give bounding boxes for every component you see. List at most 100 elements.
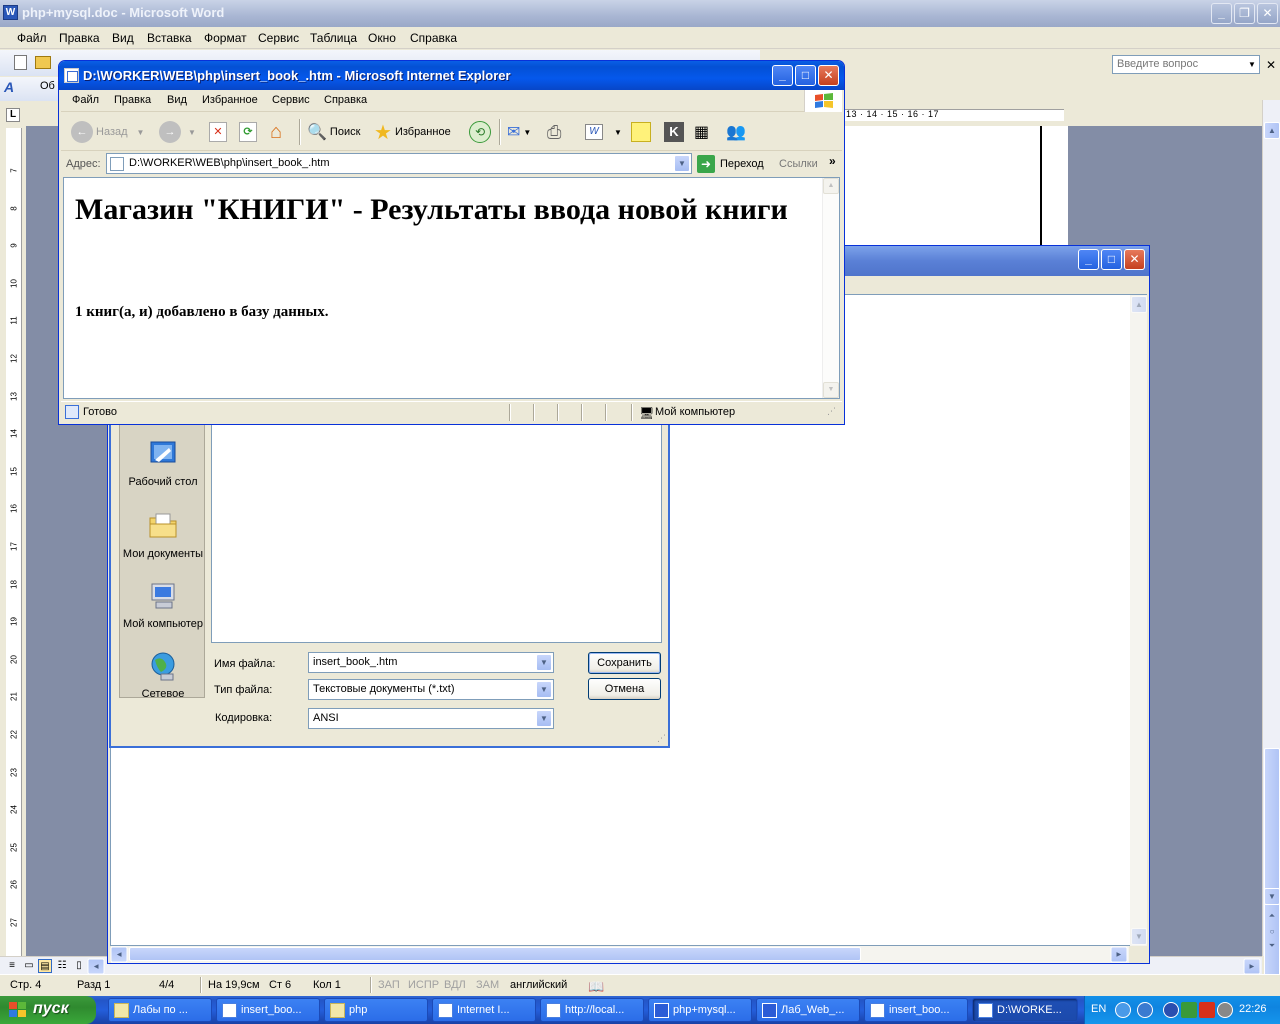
place-desktop[interactable]: Рабочий стол bbox=[120, 438, 206, 488]
ie-menu-edit[interactable]: Правка bbox=[114, 94, 151, 106]
media-button[interactable]: ▦ bbox=[694, 119, 709, 145]
resize-grip-icon[interactable]: ⋰ bbox=[827, 406, 836, 417]
ie-tray-icon[interactable] bbox=[1115, 1002, 1131, 1018]
word-menu-table[interactable]: Таблица bbox=[310, 31, 357, 45]
vertical-ruler[interactable]: 7 8 9 10 11 12 13 14 15 16 17 18 19 20 21 22 23 24 25 26 27 bbox=[6, 128, 22, 956]
prev-page-icon[interactable]: ⏶ bbox=[1264, 908, 1280, 925]
styles-icon[interactable]: A bbox=[4, 79, 14, 95]
ie-vertical-scrollbar[interactable]: ▲ ▼ bbox=[822, 178, 839, 398]
arrow-tray-icon[interactable] bbox=[1163, 1002, 1179, 1018]
status-ovr[interactable]: ЗАМ bbox=[476, 979, 499, 991]
filetype-select[interactable]: Текстовые документы (*.txt) ▼ bbox=[308, 679, 554, 700]
scroll-thumb[interactable] bbox=[129, 947, 861, 961]
notepad-vertical-scrollbar[interactable]: ▲ ▼ bbox=[1130, 295, 1147, 946]
notepad-close-button[interactable]: ✕ bbox=[1124, 249, 1145, 270]
notepad-maximize-button[interactable]: □ bbox=[1101, 249, 1122, 270]
ie-menu-tools[interactable]: Сервис bbox=[272, 94, 310, 106]
tab-selector-icon[interactable]: L bbox=[6, 108, 20, 122]
scroll-down-icon[interactable]: ▼ bbox=[823, 382, 839, 398]
back-button[interactable]: ← Назад ▼ bbox=[71, 119, 144, 145]
ie-minimize-button[interactable]: _ bbox=[772, 65, 793, 86]
word-menu-view[interactable]: Вид bbox=[112, 31, 134, 45]
chevron-down-icon[interactable]: ▼ bbox=[614, 128, 622, 137]
web-view-icon[interactable]: ▭ bbox=[22, 959, 36, 973]
notepad-horizontal-scrollbar[interactable]: ▲ ▲ bbox=[110, 946, 1129, 963]
file-list[interactable] bbox=[211, 418, 662, 643]
cancel-button[interactable]: Отмена bbox=[588, 678, 661, 700]
word-menu-file[interactable]: Файл bbox=[17, 31, 47, 45]
ie-menu-favorites[interactable]: Избранное bbox=[202, 94, 258, 106]
scroll-up-icon[interactable]: ▲ bbox=[1264, 122, 1280, 139]
scroll-left-icon[interactable]: ▲ bbox=[110, 946, 128, 963]
ask-question-input[interactable]: Введите вопрос ▼ bbox=[1112, 55, 1260, 74]
discuss-button[interactable] bbox=[631, 119, 651, 145]
stop-button[interactable]: ✕ bbox=[209, 119, 227, 145]
task-button[interactable]: php bbox=[324, 998, 428, 1022]
home-button[interactable]: ⌂ bbox=[270, 119, 282, 145]
scroll-up-icon[interactable]: ▲ bbox=[1131, 296, 1147, 313]
outline-view-icon[interactable]: ☷ bbox=[55, 959, 69, 973]
scroll-up-icon[interactable]: ▲ bbox=[823, 178, 839, 194]
status-rec[interactable]: ЗАП bbox=[378, 979, 400, 991]
word-app-icon[interactable]: W bbox=[3, 5, 18, 20]
chevron-down-icon[interactable]: ▼ bbox=[1245, 56, 1259, 73]
word-menu-format[interactable]: Формат bbox=[204, 31, 247, 45]
chevron-right-icon[interactable]: » bbox=[829, 154, 836, 168]
language-indicator[interactable]: EN bbox=[1091, 1003, 1106, 1015]
notepad-minimize-button[interactable]: _ bbox=[1078, 249, 1099, 270]
search-button[interactable]: 🔍 Поиск bbox=[307, 119, 360, 145]
word-maximize-button[interactable]: ❐ bbox=[1234, 3, 1255, 24]
messenger-button[interactable]: 👥 bbox=[726, 119, 746, 145]
ie-page-icon[interactable] bbox=[64, 68, 79, 83]
history-button[interactable]: ⟲ bbox=[469, 119, 491, 145]
clock[interactable]: 22:26 bbox=[1239, 1003, 1267, 1015]
favorites-button[interactable]: ★ Избранное bbox=[374, 119, 451, 145]
links-button[interactable]: Ссылки bbox=[779, 158, 818, 170]
word-title-bar[interactable]: W php+mysql.doc - Microsoft Word _ ❐ ✕ bbox=[0, 0, 1280, 27]
resize-grip-icon[interactable]: ⋰ bbox=[657, 733, 666, 744]
ie-close-button[interactable]: ✕ bbox=[818, 65, 839, 86]
new-document-icon[interactable] bbox=[14, 55, 27, 70]
filename-field[interactable]: insert_book_.htm ▼ bbox=[308, 652, 554, 673]
ie-menu-file[interactable]: Файл bbox=[72, 94, 99, 106]
volume-tray-icon[interactable] bbox=[1217, 1002, 1233, 1018]
task-button-active[interactable]: D:\WORKE... bbox=[972, 998, 1078, 1022]
reading-view-icon[interactable]: ▯ bbox=[72, 959, 86, 973]
task-button[interactable]: php+mysql... bbox=[648, 998, 752, 1022]
antivirus-tray-icon[interactable] bbox=[1181, 1002, 1197, 1018]
save-button[interactable]: Сохранить bbox=[588, 652, 661, 674]
forward-button[interactable]: → ▼ bbox=[159, 119, 196, 145]
chevron-down-icon[interactable]: ▼ bbox=[188, 128, 196, 137]
kaspersky-tray-icon[interactable] bbox=[1199, 1002, 1215, 1018]
research-button[interactable]: K bbox=[664, 119, 684, 145]
task-button[interactable]: Лабы по ... bbox=[108, 998, 212, 1022]
word-menu-help[interactable]: Справка bbox=[410, 31, 457, 45]
chevron-down-icon[interactable]: ▼ bbox=[137, 128, 145, 137]
word-minimize-button[interactable]: _ bbox=[1211, 3, 1232, 24]
task-button[interactable]: Лаб_Web_... bbox=[756, 998, 860, 1022]
task-button[interactable]: insert_boo... bbox=[864, 998, 968, 1022]
chevron-down-icon[interactable]: ▼ bbox=[536, 681, 552, 698]
print-view-icon[interactable]: ▤ bbox=[38, 959, 52, 973]
spelling-status-icon[interactable]: 📖 bbox=[588, 979, 604, 995]
status-ext[interactable]: ВДЛ bbox=[444, 979, 466, 991]
mail-button[interactable]: ✉ ▼ bbox=[507, 119, 531, 145]
word-menu-window[interactable]: Окно bbox=[368, 31, 396, 45]
edit-button[interactable]: W ▼ bbox=[585, 119, 622, 145]
style-box[interactable]: Об bbox=[40, 80, 55, 92]
address-input[interactable]: D:\WORKER\WEB\php\insert_book_.htm ▼ bbox=[106, 153, 692, 174]
next-page-icon[interactable]: ⏷ bbox=[1264, 938, 1280, 955]
print-button[interactable]: ⎙ bbox=[547, 119, 561, 145]
place-network[interactable]: Сетевое bbox=[120, 650, 206, 700]
start-button[interactable]: пуск bbox=[0, 996, 96, 1024]
scroll-right-icon[interactable]: ▲ bbox=[1243, 958, 1261, 975]
scroll-left-icon[interactable]: ▲ bbox=[87, 958, 105, 975]
scroll-down-icon[interactable]: ▼ bbox=[1264, 888, 1280, 905]
word-menu-insert[interactable]: Вставка bbox=[147, 31, 192, 45]
open-folder-icon[interactable] bbox=[35, 56, 51, 69]
refresh-button[interactable]: ⟳ bbox=[239, 119, 257, 145]
chevron-down-icon[interactable]: ▼ bbox=[523, 128, 531, 137]
word-vertical-scrollbar[interactable]: ▲ ▼ ⏶ ○ ⏷ bbox=[1262, 100, 1280, 988]
word-menu-tools[interactable]: Сервис bbox=[258, 31, 299, 45]
ie-menu-view[interactable]: Вид bbox=[167, 94, 187, 106]
